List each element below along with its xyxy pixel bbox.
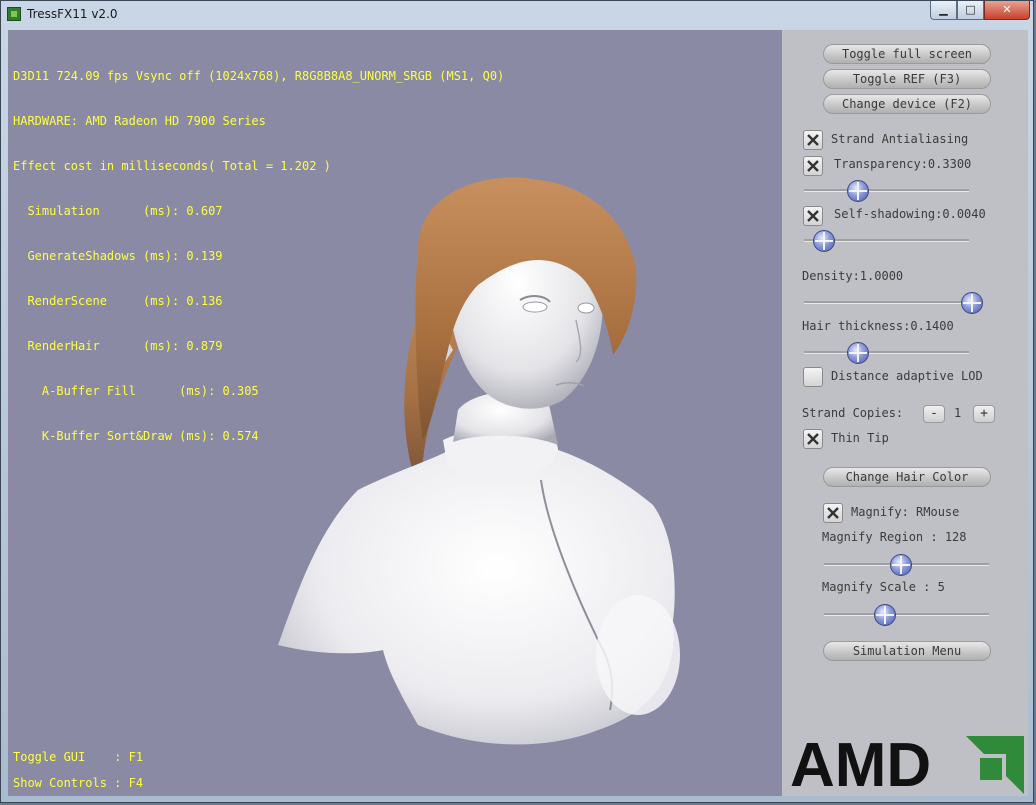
- thin-tip-checkbox[interactable]: [803, 429, 823, 449]
- transparency-checkbox[interactable]: [803, 156, 823, 176]
- toggle-fullscreen-button[interactable]: Toggle full screen: [823, 44, 991, 64]
- toggle-ref-button[interactable]: Toggle REF (F3): [823, 69, 991, 89]
- amd-logo-text: AMD: [790, 731, 931, 796]
- transparency-slider-handle[interactable]: [847, 180, 869, 202]
- hair-thickness-slider-handle[interactable]: [847, 342, 869, 364]
- strand-copies-increment-button[interactable]: +: [973, 405, 995, 423]
- change-device-button[interactable]: Change device (F2): [823, 94, 991, 114]
- strand-copies-label: Strand Copies:: [802, 406, 904, 420]
- magnify-label: Magnify: RMouse: [851, 505, 960, 519]
- close-button[interactable]: ✕: [984, 1, 1030, 20]
- simulation-menu-button[interactable]: Simulation Menu: [823, 641, 991, 661]
- checkmark-x-icon: [807, 134, 819, 146]
- amd-arrow-icon: [966, 736, 1024, 794]
- settings-panel: Toggle full screen Toggle REF (F3) Chang…: [782, 30, 1028, 796]
- self-shadowing-slider-handle[interactable]: [813, 230, 835, 252]
- transparency-slider-track[interactable]: [804, 189, 969, 192]
- strand-copies-decrement-button[interactable]: -: [923, 405, 945, 423]
- stats-line: D3D11 724.09 fps Vsync off (1024x768), R…: [13, 69, 505, 83]
- window-title: TressFX11 v2.0: [27, 7, 118, 21]
- hair-thickness-slider-track[interactable]: [804, 351, 969, 354]
- density-slider-track[interactable]: [804, 301, 969, 304]
- show-controls-hint: Show Controls : F4: [13, 776, 144, 790]
- checkmark-x-icon: [807, 433, 819, 445]
- strand-antialiasing-label: Strand Antialiasing: [831, 132, 969, 146]
- minimize-button[interactable]: ▁: [930, 1, 957, 20]
- checkmark-x-icon: [807, 210, 819, 222]
- toggle-gui-hint: Toggle GUI : F1: [13, 750, 144, 764]
- stats-line: HARDWARE: AMD Radeon HD 7900 Series: [13, 114, 266, 128]
- hair-thickness-label: Hair thickness:0.1400: [802, 319, 954, 333]
- magnify-region-label: Magnify Region : 128: [822, 530, 967, 544]
- change-hair-color-button[interactable]: Change Hair Color: [823, 467, 991, 487]
- strand-antialiasing-checkbox[interactable]: [803, 130, 823, 150]
- density-slider-handle[interactable]: [961, 292, 983, 314]
- transparency-label: Transparency:0.3300: [834, 157, 972, 171]
- self-shadowing-checkbox[interactable]: [803, 206, 823, 226]
- magnify-region-slider-handle[interactable]: [890, 554, 912, 576]
- title-bar[interactable]: TressFX11 v2.0 ▁ □ ✕: [1, 1, 1035, 29]
- magnify-checkbox[interactable]: [823, 503, 843, 523]
- distance-lod-label: Distance adaptive LOD: [831, 369, 983, 383]
- hair-model-render: [278, 177, 680, 745]
- checkmark-x-icon: [807, 160, 819, 172]
- amd-logo: AMD: [790, 731, 1024, 796]
- checkmark-x-icon: [827, 507, 839, 519]
- density-label: Density:1.0000: [802, 269, 904, 283]
- magnify-scale-slider-track[interactable]: [824, 613, 989, 616]
- render-viewport[interactable]: D3D11 724.09 fps Vsync off (1024x768), R…: [8, 30, 782, 796]
- distance-lod-checkbox[interactable]: [803, 367, 823, 387]
- strand-copies-value: 1: [954, 406, 962, 420]
- thin-tip-label: Thin Tip: [831, 431, 889, 445]
- app-window: TressFX11 v2.0 ▁ □ ✕ D3D11 724.09 fps Vs…: [0, 0, 1034, 803]
- magnify-scale-slider-handle[interactable]: [874, 604, 896, 626]
- magnify-scale-label: Magnify Scale : 5: [822, 580, 945, 594]
- maximize-button[interactable]: □: [957, 1, 984, 20]
- self-shadowing-label: Self-shadowing:0.0040: [834, 207, 986, 221]
- app-icon: [7, 7, 21, 21]
